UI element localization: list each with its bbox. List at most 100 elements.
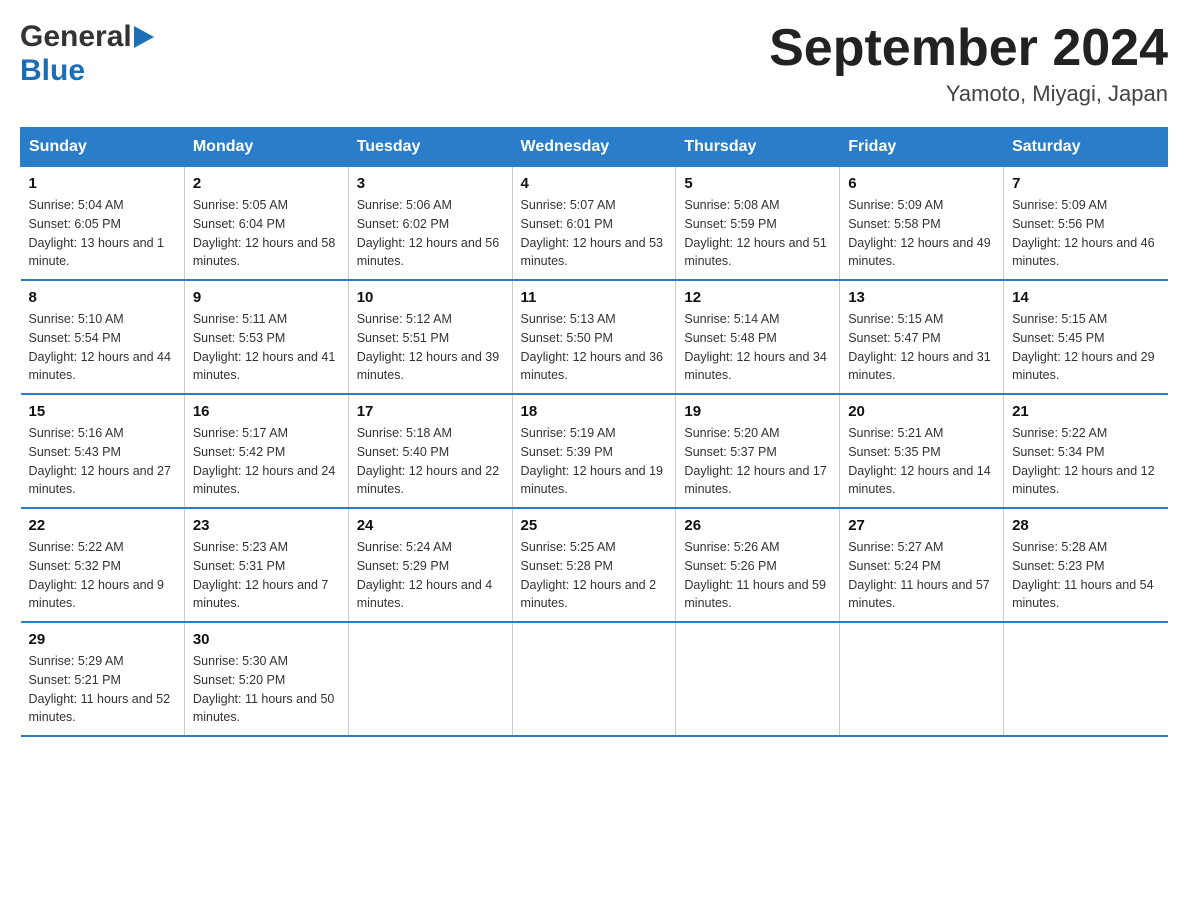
day-number: 10 (357, 289, 504, 306)
logo-blue-text: Blue (20, 54, 85, 87)
day-info: Sunrise: 5:25 AMSunset: 5:28 PMDaylight:… (521, 538, 668, 613)
weekday-thursday: Thursday (676, 128, 840, 167)
day-number: 25 (521, 517, 668, 534)
day-info: Sunrise: 5:24 AMSunset: 5:29 PMDaylight:… (357, 538, 504, 613)
day-info: Sunrise: 5:23 AMSunset: 5:31 PMDaylight:… (193, 538, 340, 613)
calendar-subtitle: Yamoto, Miyagi, Japan (769, 81, 1168, 107)
day-number: 29 (29, 631, 176, 648)
weekday-saturday: Saturday (1004, 128, 1168, 167)
day-number: 2 (193, 175, 340, 192)
day-info: Sunrise: 5:30 AMSunset: 5:20 PMDaylight:… (193, 652, 340, 727)
day-info: Sunrise: 5:16 AMSunset: 5:43 PMDaylight:… (29, 424, 176, 499)
calendar-cell (676, 622, 840, 736)
calendar-cell: 30 Sunrise: 5:30 AMSunset: 5:20 PMDaylig… (184, 622, 348, 736)
calendar-cell: 18 Sunrise: 5:19 AMSunset: 5:39 PMDaylig… (512, 394, 676, 508)
day-info: Sunrise: 5:05 AMSunset: 6:04 PMDaylight:… (193, 196, 340, 271)
day-info: Sunrise: 5:14 AMSunset: 5:48 PMDaylight:… (684, 310, 831, 385)
day-info: Sunrise: 5:22 AMSunset: 5:34 PMDaylight:… (1012, 424, 1159, 499)
day-info: Sunrise: 5:19 AMSunset: 5:39 PMDaylight:… (521, 424, 668, 499)
day-number: 15 (29, 403, 176, 420)
calendar-cell: 22 Sunrise: 5:22 AMSunset: 5:32 PMDaylig… (21, 508, 185, 622)
day-info: Sunrise: 5:15 AMSunset: 5:45 PMDaylight:… (1012, 310, 1159, 385)
calendar-cell: 9 Sunrise: 5:11 AMSunset: 5:53 PMDayligh… (184, 280, 348, 394)
day-number: 22 (29, 517, 176, 534)
calendar-cell: 8 Sunrise: 5:10 AMSunset: 5:54 PMDayligh… (21, 280, 185, 394)
day-number: 16 (193, 403, 340, 420)
day-info: Sunrise: 5:11 AMSunset: 5:53 PMDaylight:… (193, 310, 340, 385)
day-info: Sunrise: 5:21 AMSunset: 5:35 PMDaylight:… (848, 424, 995, 499)
calendar-cell (840, 622, 1004, 736)
calendar-cell: 28 Sunrise: 5:28 AMSunset: 5:23 PMDaylig… (1004, 508, 1168, 622)
day-number: 20 (848, 403, 995, 420)
calendar-cell (348, 622, 512, 736)
day-info: Sunrise: 5:22 AMSunset: 5:32 PMDaylight:… (29, 538, 176, 613)
calendar-cell: 4 Sunrise: 5:07 AMSunset: 6:01 PMDayligh… (512, 167, 676, 281)
day-number: 7 (1012, 175, 1159, 192)
day-info: Sunrise: 5:13 AMSunset: 5:50 PMDaylight:… (521, 310, 668, 385)
day-number: 23 (193, 517, 340, 534)
day-number: 17 (357, 403, 504, 420)
day-info: Sunrise: 5:26 AMSunset: 5:26 PMDaylight:… (684, 538, 831, 613)
calendar-cell: 15 Sunrise: 5:16 AMSunset: 5:43 PMDaylig… (21, 394, 185, 508)
logo-general-text: General (20, 20, 132, 54)
calendar-table: Sunday Monday Tuesday Wednesday Thursday… (20, 127, 1168, 737)
day-number: 12 (684, 289, 831, 306)
calendar-cell: 1 Sunrise: 5:04 AMSunset: 6:05 PMDayligh… (21, 167, 185, 281)
calendar-header: Sunday Monday Tuesday Wednesday Thursday… (21, 128, 1168, 167)
calendar-cell: 3 Sunrise: 5:06 AMSunset: 6:02 PMDayligh… (348, 167, 512, 281)
calendar-cell: 23 Sunrise: 5:23 AMSunset: 5:31 PMDaylig… (184, 508, 348, 622)
day-number: 30 (193, 631, 340, 648)
calendar-cell: 21 Sunrise: 5:22 AMSunset: 5:34 PMDaylig… (1004, 394, 1168, 508)
calendar-cell: 7 Sunrise: 5:09 AMSunset: 5:56 PMDayligh… (1004, 167, 1168, 281)
day-info: Sunrise: 5:06 AMSunset: 6:02 PMDaylight:… (357, 196, 504, 271)
weekday-tuesday: Tuesday (348, 128, 512, 167)
calendar-cell (1004, 622, 1168, 736)
day-number: 26 (684, 517, 831, 534)
day-number: 6 (848, 175, 995, 192)
calendar-body: 1 Sunrise: 5:04 AMSunset: 6:05 PMDayligh… (21, 167, 1168, 737)
weekday-sunday: Sunday (21, 128, 185, 167)
calendar-cell: 5 Sunrise: 5:08 AMSunset: 5:59 PMDayligh… (676, 167, 840, 281)
logo-arrow-icon (134, 26, 154, 53)
day-info: Sunrise: 5:10 AMSunset: 5:54 PMDaylight:… (29, 310, 176, 385)
calendar-cell: 6 Sunrise: 5:09 AMSunset: 5:58 PMDayligh… (840, 167, 1004, 281)
calendar-cell: 11 Sunrise: 5:13 AMSunset: 5:50 PMDaylig… (512, 280, 676, 394)
day-info: Sunrise: 5:29 AMSunset: 5:21 PMDaylight:… (29, 652, 176, 727)
day-number: 1 (29, 175, 176, 192)
calendar-cell: 12 Sunrise: 5:14 AMSunset: 5:48 PMDaylig… (676, 280, 840, 394)
calendar-cell: 10 Sunrise: 5:12 AMSunset: 5:51 PMDaylig… (348, 280, 512, 394)
day-number: 24 (357, 517, 504, 534)
day-number: 19 (684, 403, 831, 420)
weekday-friday: Friday (840, 128, 1004, 167)
day-number: 13 (848, 289, 995, 306)
calendar-cell: 2 Sunrise: 5:05 AMSunset: 6:04 PMDayligh… (184, 167, 348, 281)
day-number: 5 (684, 175, 831, 192)
day-number: 18 (521, 403, 668, 420)
calendar-cell: 25 Sunrise: 5:25 AMSunset: 5:28 PMDaylig… (512, 508, 676, 622)
day-info: Sunrise: 5:20 AMSunset: 5:37 PMDaylight:… (684, 424, 831, 499)
day-info: Sunrise: 5:08 AMSunset: 5:59 PMDaylight:… (684, 196, 831, 271)
calendar-cell: 24 Sunrise: 5:24 AMSunset: 5:29 PMDaylig… (348, 508, 512, 622)
day-number: 28 (1012, 517, 1159, 534)
day-info: Sunrise: 5:07 AMSunset: 6:01 PMDaylight:… (521, 196, 668, 271)
calendar-cell: 26 Sunrise: 5:26 AMSunset: 5:26 PMDaylig… (676, 508, 840, 622)
logo: General Blue (20, 20, 154, 88)
day-number: 3 (357, 175, 504, 192)
calendar-cell: 20 Sunrise: 5:21 AMSunset: 5:35 PMDaylig… (840, 394, 1004, 508)
day-number: 27 (848, 517, 995, 534)
page-header: General Blue September 2024 Yamoto, Miya… (20, 20, 1168, 107)
day-info: Sunrise: 5:04 AMSunset: 6:05 PMDaylight:… (29, 196, 176, 271)
calendar-cell: 16 Sunrise: 5:17 AMSunset: 5:42 PMDaylig… (184, 394, 348, 508)
calendar-cell: 29 Sunrise: 5:29 AMSunset: 5:21 PMDaylig… (21, 622, 185, 736)
calendar-cell: 14 Sunrise: 5:15 AMSunset: 5:45 PMDaylig… (1004, 280, 1168, 394)
calendar-cell: 19 Sunrise: 5:20 AMSunset: 5:37 PMDaylig… (676, 394, 840, 508)
day-info: Sunrise: 5:18 AMSunset: 5:40 PMDaylight:… (357, 424, 504, 499)
day-number: 8 (29, 289, 176, 306)
title-section: September 2024 Yamoto, Miyagi, Japan (769, 20, 1168, 107)
day-info: Sunrise: 5:09 AMSunset: 5:56 PMDaylight:… (1012, 196, 1159, 271)
day-number: 11 (521, 289, 668, 306)
calendar-title: September 2024 (769, 20, 1168, 77)
day-info: Sunrise: 5:27 AMSunset: 5:24 PMDaylight:… (848, 538, 995, 613)
day-number: 9 (193, 289, 340, 306)
weekday-monday: Monday (184, 128, 348, 167)
